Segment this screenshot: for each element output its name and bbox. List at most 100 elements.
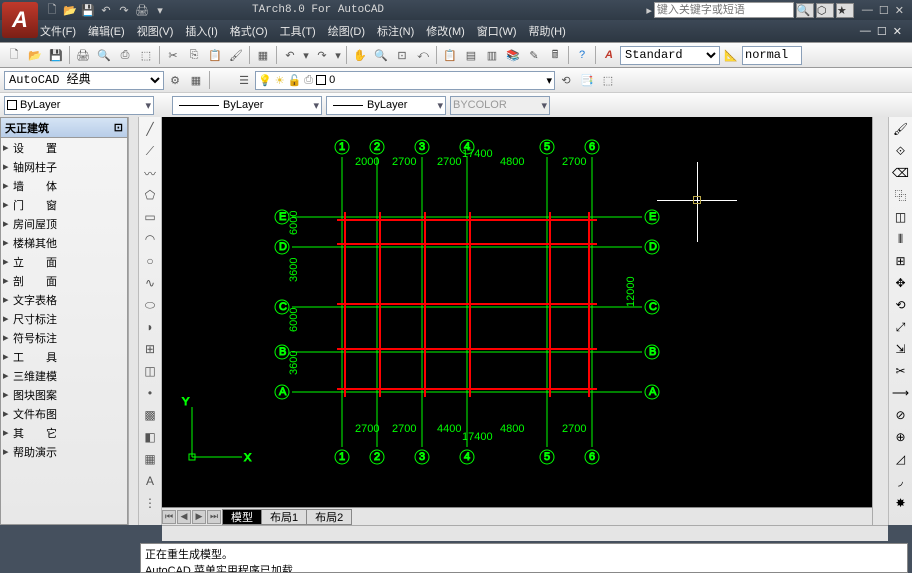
circle-icon[interactable]: ○ [140,251,160,271]
color-combo[interactable]: ByLayer▾ [4,96,154,115]
tab-prev-icon[interactable]: ◀ [177,510,191,524]
redo-dd-icon[interactable]: ▾ [333,45,343,65]
rect-icon[interactable]: ▭ [140,207,160,227]
tree-item[interactable]: ▸其 它 [1,423,127,442]
paste-icon[interactable]: 📋 [205,45,225,65]
layer-prev-icon[interactable]: ⟲ [556,70,576,90]
menu-dim[interactable]: 标注(N) [377,23,414,39]
tree-item[interactable]: ▸剖 面 [1,271,127,290]
cut-icon[interactable]: ✂ [163,45,183,65]
explode-icon[interactable]: ✸ [891,493,911,513]
app-logo[interactable]: A [2,2,38,38]
search-input[interactable] [654,2,794,18]
tree-item[interactable]: ▸门 窗 [1,195,127,214]
quickcalc-icon[interactable]: 🖩 [545,45,565,65]
tab-model[interactable]: 模型 [222,509,262,525]
ws-tool-icon[interactable]: ▦ [186,70,206,90]
tree-item[interactable]: ▸尺寸标注 [1,309,127,328]
open-icon[interactable]: 📂 [62,2,78,18]
text-style-combo[interactable]: Standard [620,46,720,65]
drawing-canvas[interactable]: Y X [162,117,872,507]
new-icon[interactable]: 🗋 [4,45,24,65]
tree-item[interactable]: ▸帮助演示 [1,442,127,461]
break-icon[interactable]: ⊘ [891,405,911,425]
tree-item[interactable]: ▸设 置 [1,138,127,157]
spline-icon[interactable]: ∿ [140,273,160,293]
menu-view[interactable]: 视图(V) [137,23,174,39]
stretch-icon[interactable]: ⇲ [891,339,911,359]
tree-item[interactable]: ▸轴网柱子 [1,157,127,176]
sheet-set-icon[interactable]: 📚 [503,45,523,65]
xline-icon[interactable]: ⟋ [140,141,160,161]
tree-item[interactable]: ▸三维建模 [1,366,127,385]
rotate-icon[interactable]: ⟲ [891,295,911,315]
tree-item[interactable]: ▸立 面 [1,252,127,271]
menu-draw[interactable]: 绘图(D) [328,23,365,39]
insert-icon[interactable]: ⊞ [140,339,160,359]
lineweight-combo[interactable]: ByLayer▾ [326,96,446,115]
doc-maximize-button[interactable]: ☐ [877,25,887,38]
open-icon[interactable]: 📂 [25,45,45,65]
dimstyle-icon[interactable]: 📐 [721,45,741,65]
tab-layout1[interactable]: 布局1 [261,509,307,525]
menu-file[interactable]: 文件(F) [40,23,76,39]
print-icon[interactable]: 🖨 [134,2,150,18]
zoom-rt-icon[interactable]: 🔍 [371,45,391,65]
layer-combo[interactable]: 💡 ☀ 🔓 ⎙ 0 ▾ [255,71,555,90]
layer-props-icon[interactable]: ☰ [234,70,254,90]
join-icon[interactable]: ⊕ [891,427,911,447]
brush-icon[interactable]: 🖌 [891,119,911,139]
copy-icon[interactable]: ⎘ [184,45,204,65]
block-editor-icon[interactable]: ▦ [253,45,273,65]
favorite-icon[interactable]: ★ [836,3,854,18]
infocenter-icon[interactable]: ⬡ [816,3,834,18]
menu-insert[interactable]: 插入(I) [185,23,217,39]
point-icon[interactable]: • [140,383,160,403]
menu-tools[interactable]: 工具(T) [280,23,316,39]
block-icon[interactable]: ◫ [140,361,160,381]
zoom-prev-icon[interactable]: ⤺ [413,45,433,65]
doc-minimize-button[interactable]: — [860,25,871,38]
menu-format[interactable]: 格式(O) [230,23,268,39]
tab-layout2[interactable]: 布局2 [306,509,352,525]
redo-icon[interactable]: ↷ [116,2,132,18]
scale-icon[interactable]: ⤢ [891,317,911,337]
menu-modify[interactable]: 修改(M) [426,23,465,39]
tree-item[interactable]: ▸墙 体 [1,176,127,195]
copy-icon[interactable]: ⿻ [891,185,911,205]
extend-icon[interactable]: ⟶ [891,383,911,403]
print-icon[interactable]: 🖨 [73,45,93,65]
command-line[interactable]: 正在重生成模型。 AutoCAD 菜单实用程序已加载 [140,543,908,573]
region-icon[interactable]: ◧ [140,427,160,447]
tab-last-icon[interactable]: ⏭ [207,510,221,524]
pline-icon[interactable]: 〰 [140,163,160,183]
many-icon[interactable]: ⋮ [140,493,160,513]
tree-item[interactable]: ▸符号标注 [1,328,127,347]
fillet-icon[interactable]: ◞ [891,471,911,491]
tab-next-icon[interactable]: ▶ [192,510,206,524]
minimize-button[interactable]: — [862,4,873,17]
layer-iso-icon[interactable]: ⬚ [598,70,618,90]
ellipse-icon[interactable]: ⬭ [140,295,160,315]
erase-icon[interactable]: ⌫ [891,163,911,183]
layer-state-icon[interactable]: 📑 [577,70,597,90]
plot-preview-icon[interactable]: 🔍 [94,45,114,65]
dim-style-combo[interactable] [742,46,802,65]
tree-item[interactable]: ▸图块图案 [1,385,127,404]
menu-edit[interactable]: 编辑(E) [88,23,125,39]
canvas-hscroll[interactable] [162,525,888,541]
offset-icon[interactable]: ⫴ [891,229,911,249]
hatch-icon[interactable]: ▩ [140,405,160,425]
tool-pal-icon[interactable]: ▥ [482,45,502,65]
save-icon[interactable]: 💾 [80,2,96,18]
tree-item[interactable]: ▸楼梯其他 [1,233,127,252]
tree-item[interactable]: ▸文字表格 [1,290,127,309]
match-icon[interactable]: ⟐ [891,141,911,161]
close-button[interactable]: ✕ [895,4,904,17]
redo-icon[interactable]: ↷ [312,45,332,65]
doc-close-button[interactable]: ✕ [893,25,902,38]
textstyle-icon[interactable]: A [599,45,619,65]
tab-first-icon[interactable]: ⏮ [162,510,176,524]
menu-help[interactable]: 帮助(H) [529,23,566,39]
new-icon[interactable]: 🗋 [44,2,60,18]
